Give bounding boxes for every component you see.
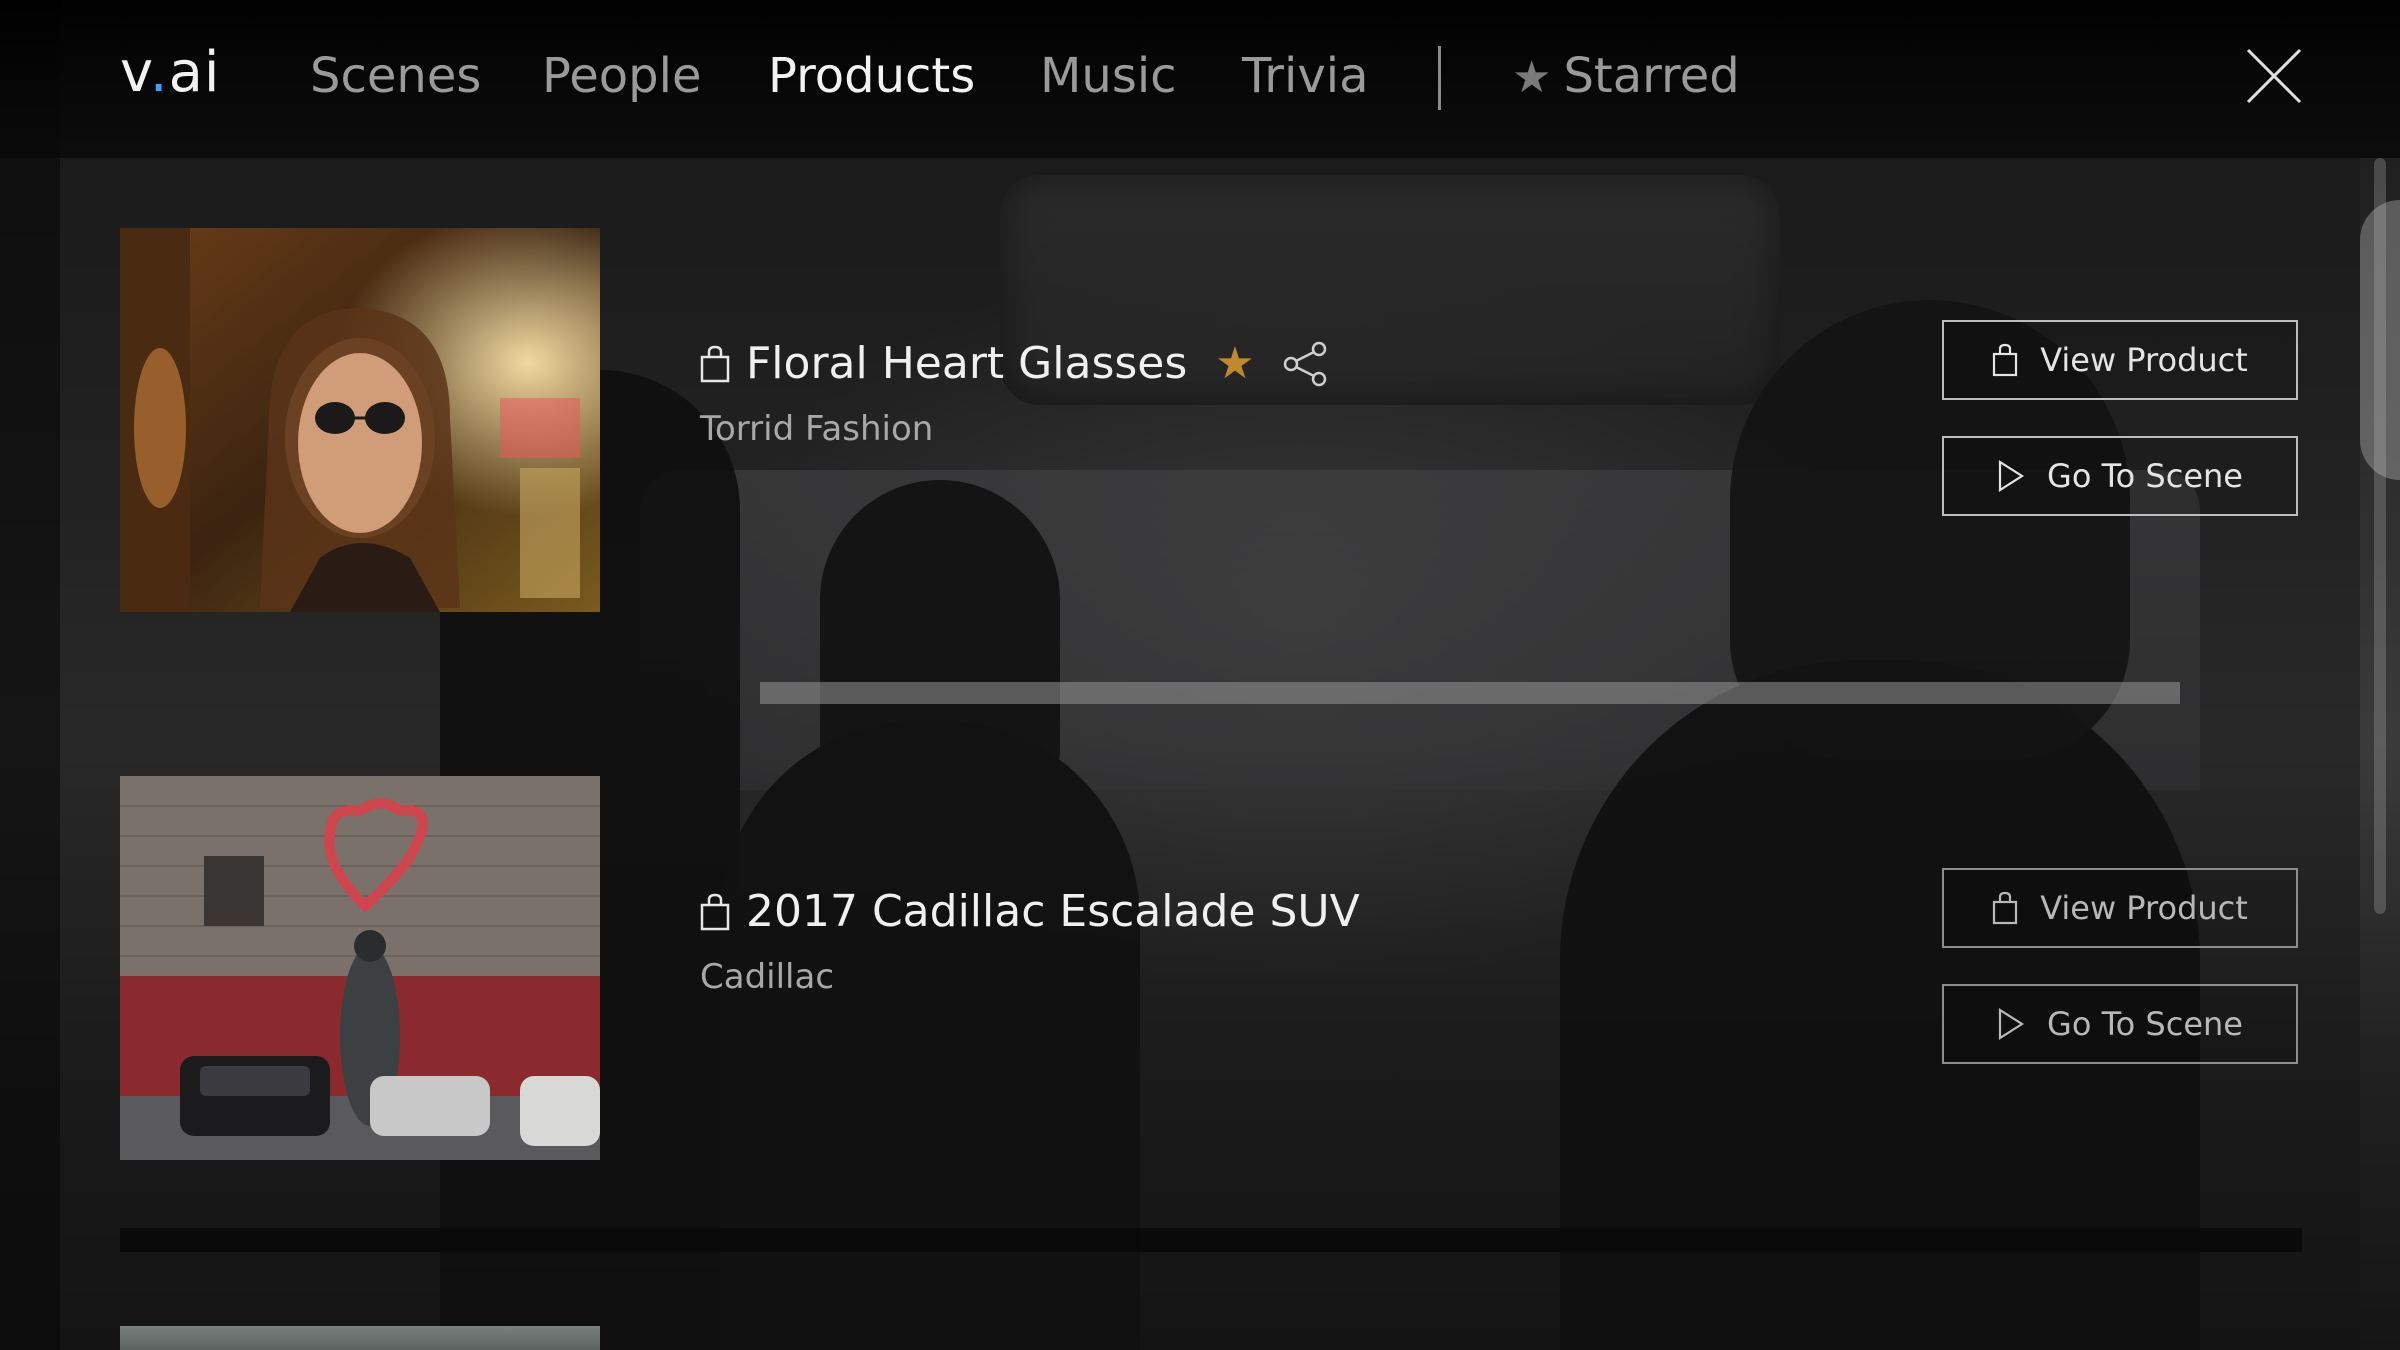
tab-trivia[interactable]: Trivia bbox=[1242, 48, 1369, 104]
app-stage: v.ai Scenes People Products Music Trivia… bbox=[0, 0, 2400, 1350]
starred-label: Starred bbox=[1563, 48, 1740, 104]
left-shade bbox=[0, 0, 60, 1350]
view-product-button[interactable]: View Product bbox=[1942, 320, 2298, 400]
product-brand: Cadillac bbox=[700, 957, 835, 997]
product-title: Floral Heart Glasses bbox=[746, 338, 1188, 389]
row-separator bbox=[120, 1228, 2302, 1252]
product-info: 2017 Cadillac Escalade SUV Cadillac bbox=[700, 886, 1360, 997]
tab-starred[interactable]: ★ Starred bbox=[1512, 48, 1740, 104]
product-title-line: Floral Heart Glasses ★ bbox=[700, 338, 1329, 389]
scrollbar[interactable] bbox=[2374, 158, 2386, 914]
nav-divider bbox=[1438, 46, 1441, 110]
brand-logo[interactable]: v.ai bbox=[120, 40, 220, 105]
tab-music[interactable]: Music bbox=[1040, 48, 1177, 104]
product-title: 2017 Cadillac Escalade SUV bbox=[746, 886, 1360, 937]
favorite-star-icon[interactable]: ★ bbox=[1215, 338, 1254, 389]
thumbnail-cadillac-scene bbox=[120, 776, 600, 1160]
play-icon bbox=[1998, 1008, 2025, 1040]
shopping-bag-icon bbox=[1993, 343, 2018, 377]
star-icon: ★ bbox=[1512, 52, 1552, 103]
thumbnail-glasses-scene bbox=[120, 228, 600, 612]
product-row: 2017 Cadillac Escalade SUV Cadillac View… bbox=[120, 776, 2302, 1160]
tab-people[interactable]: People bbox=[542, 48, 701, 104]
product-brand: Torrid Fashion bbox=[700, 409, 934, 449]
product-thumbnail[interactable] bbox=[120, 228, 600, 612]
close-icon bbox=[2246, 48, 2302, 104]
tab-scenes[interactable]: Scenes bbox=[310, 48, 481, 104]
row-separator bbox=[760, 682, 2180, 704]
share-icon[interactable] bbox=[1283, 341, 1329, 387]
view-product-label: View Product bbox=[2040, 341, 2248, 379]
product-row: Floral Heart Glasses ★ Torrid Fashion Vi… bbox=[120, 228, 2302, 612]
view-product-label: View Product bbox=[2040, 889, 2248, 927]
top-nav: v.ai Scenes People Products Music Trivia… bbox=[0, 0, 2400, 158]
product-thumbnail-partial[interactable] bbox=[120, 1326, 600, 1350]
product-info: Floral Heart Glasses ★ Torrid Fashion bbox=[700, 338, 1329, 449]
tab-products[interactable]: Products bbox=[768, 48, 975, 104]
go-to-scene-label: Go To Scene bbox=[2047, 1005, 2243, 1043]
go-to-scene-button[interactable]: Go To Scene bbox=[1942, 436, 2298, 516]
view-product-button[interactable]: View Product bbox=[1942, 868, 2298, 948]
shopping-bag-icon bbox=[700, 345, 730, 382]
product-title-line: 2017 Cadillac Escalade SUV bbox=[700, 886, 1360, 937]
shopping-bag-icon bbox=[1993, 891, 2018, 925]
product-thumbnail[interactable] bbox=[120, 776, 600, 1160]
go-to-scene-label: Go To Scene bbox=[2047, 457, 2243, 495]
play-icon bbox=[1998, 460, 2025, 492]
shopping-bag-icon bbox=[700, 893, 730, 930]
go-to-scene-button[interactable]: Go To Scene bbox=[1942, 984, 2298, 1064]
close-button[interactable] bbox=[2244, 46, 2304, 106]
